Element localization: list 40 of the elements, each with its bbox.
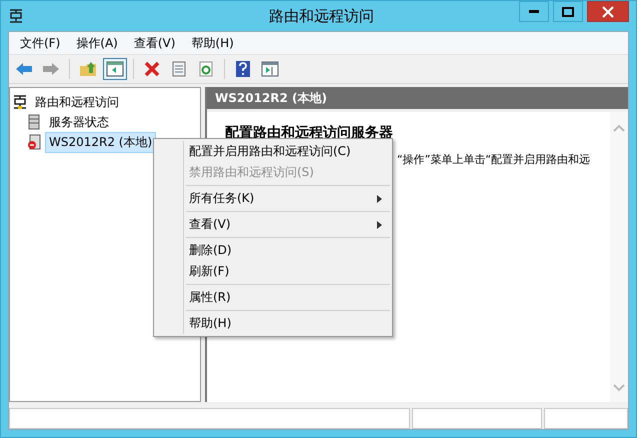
instruction-text: “操作”菜单上单击“配置并启用路由和远 — [397, 152, 592, 167]
tree-item[interactable]: 路由和远程访问 — [31, 92, 123, 112]
maximize-icon — [562, 6, 574, 16]
app-icon — [8, 8, 24, 24]
context-menu-item[interactable]: 配置并启用路由和远程访问(C) — [156, 141, 390, 162]
help-icon — [235, 60, 251, 78]
context-menu-item[interactable]: 所有任务(K) — [156, 188, 390, 209]
context-menu-item[interactable]: 帮助(H) — [156, 313, 390, 334]
network-icon — [12, 94, 28, 110]
delete-icon — [144, 61, 160, 77]
scroll-up-icon — [613, 124, 625, 132]
refresh-icon — [198, 61, 214, 77]
scroll-down-icon — [613, 384, 625, 392]
server-stopped-icon — [26, 134, 42, 150]
maximize-button[interactable] — [553, 1, 583, 22]
menu-item[interactable]: 文件(F) — [12, 34, 68, 52]
pane-header: WS2012R2 (本地) — [207, 87, 628, 109]
context-menu-item[interactable]: 属性(R) — [156, 287, 390, 308]
context-menu-item[interactable]: 删除(D) — [156, 240, 390, 261]
forward-arrow-icon — [42, 62, 60, 76]
tree-item[interactable]: WS2012R2 (本地) — [45, 132, 156, 152]
server-icon — [26, 114, 42, 130]
scrollbar[interactable] — [610, 112, 628, 402]
pane-toggle-icon — [106, 61, 124, 77]
context-menu-item[interactable]: 刷新(F) — [156, 261, 390, 282]
back-arrow-icon — [15, 62, 33, 76]
tree-item[interactable]: 服务器状态 — [45, 112, 113, 132]
window-title: 路由和远程访问 — [268, 6, 375, 26]
menu-item[interactable]: 查看(V) — [126, 34, 184, 52]
menu-item[interactable]: 操作(A) — [68, 34, 126, 52]
close-button[interactable] — [587, 1, 629, 22]
properties-icon — [171, 61, 187, 77]
close-icon — [602, 6, 614, 18]
minimize-icon — [529, 10, 539, 14]
toolbar-button[interactable] — [103, 58, 127, 80]
folder-up-icon — [79, 61, 97, 77]
action-pane-icon — [261, 61, 279, 77]
context-menu-item[interactable]: 查看(V) — [156, 214, 390, 235]
menu-item[interactable]: 帮助(H) — [183, 34, 242, 52]
minimize-button[interactable] — [519, 1, 549, 22]
